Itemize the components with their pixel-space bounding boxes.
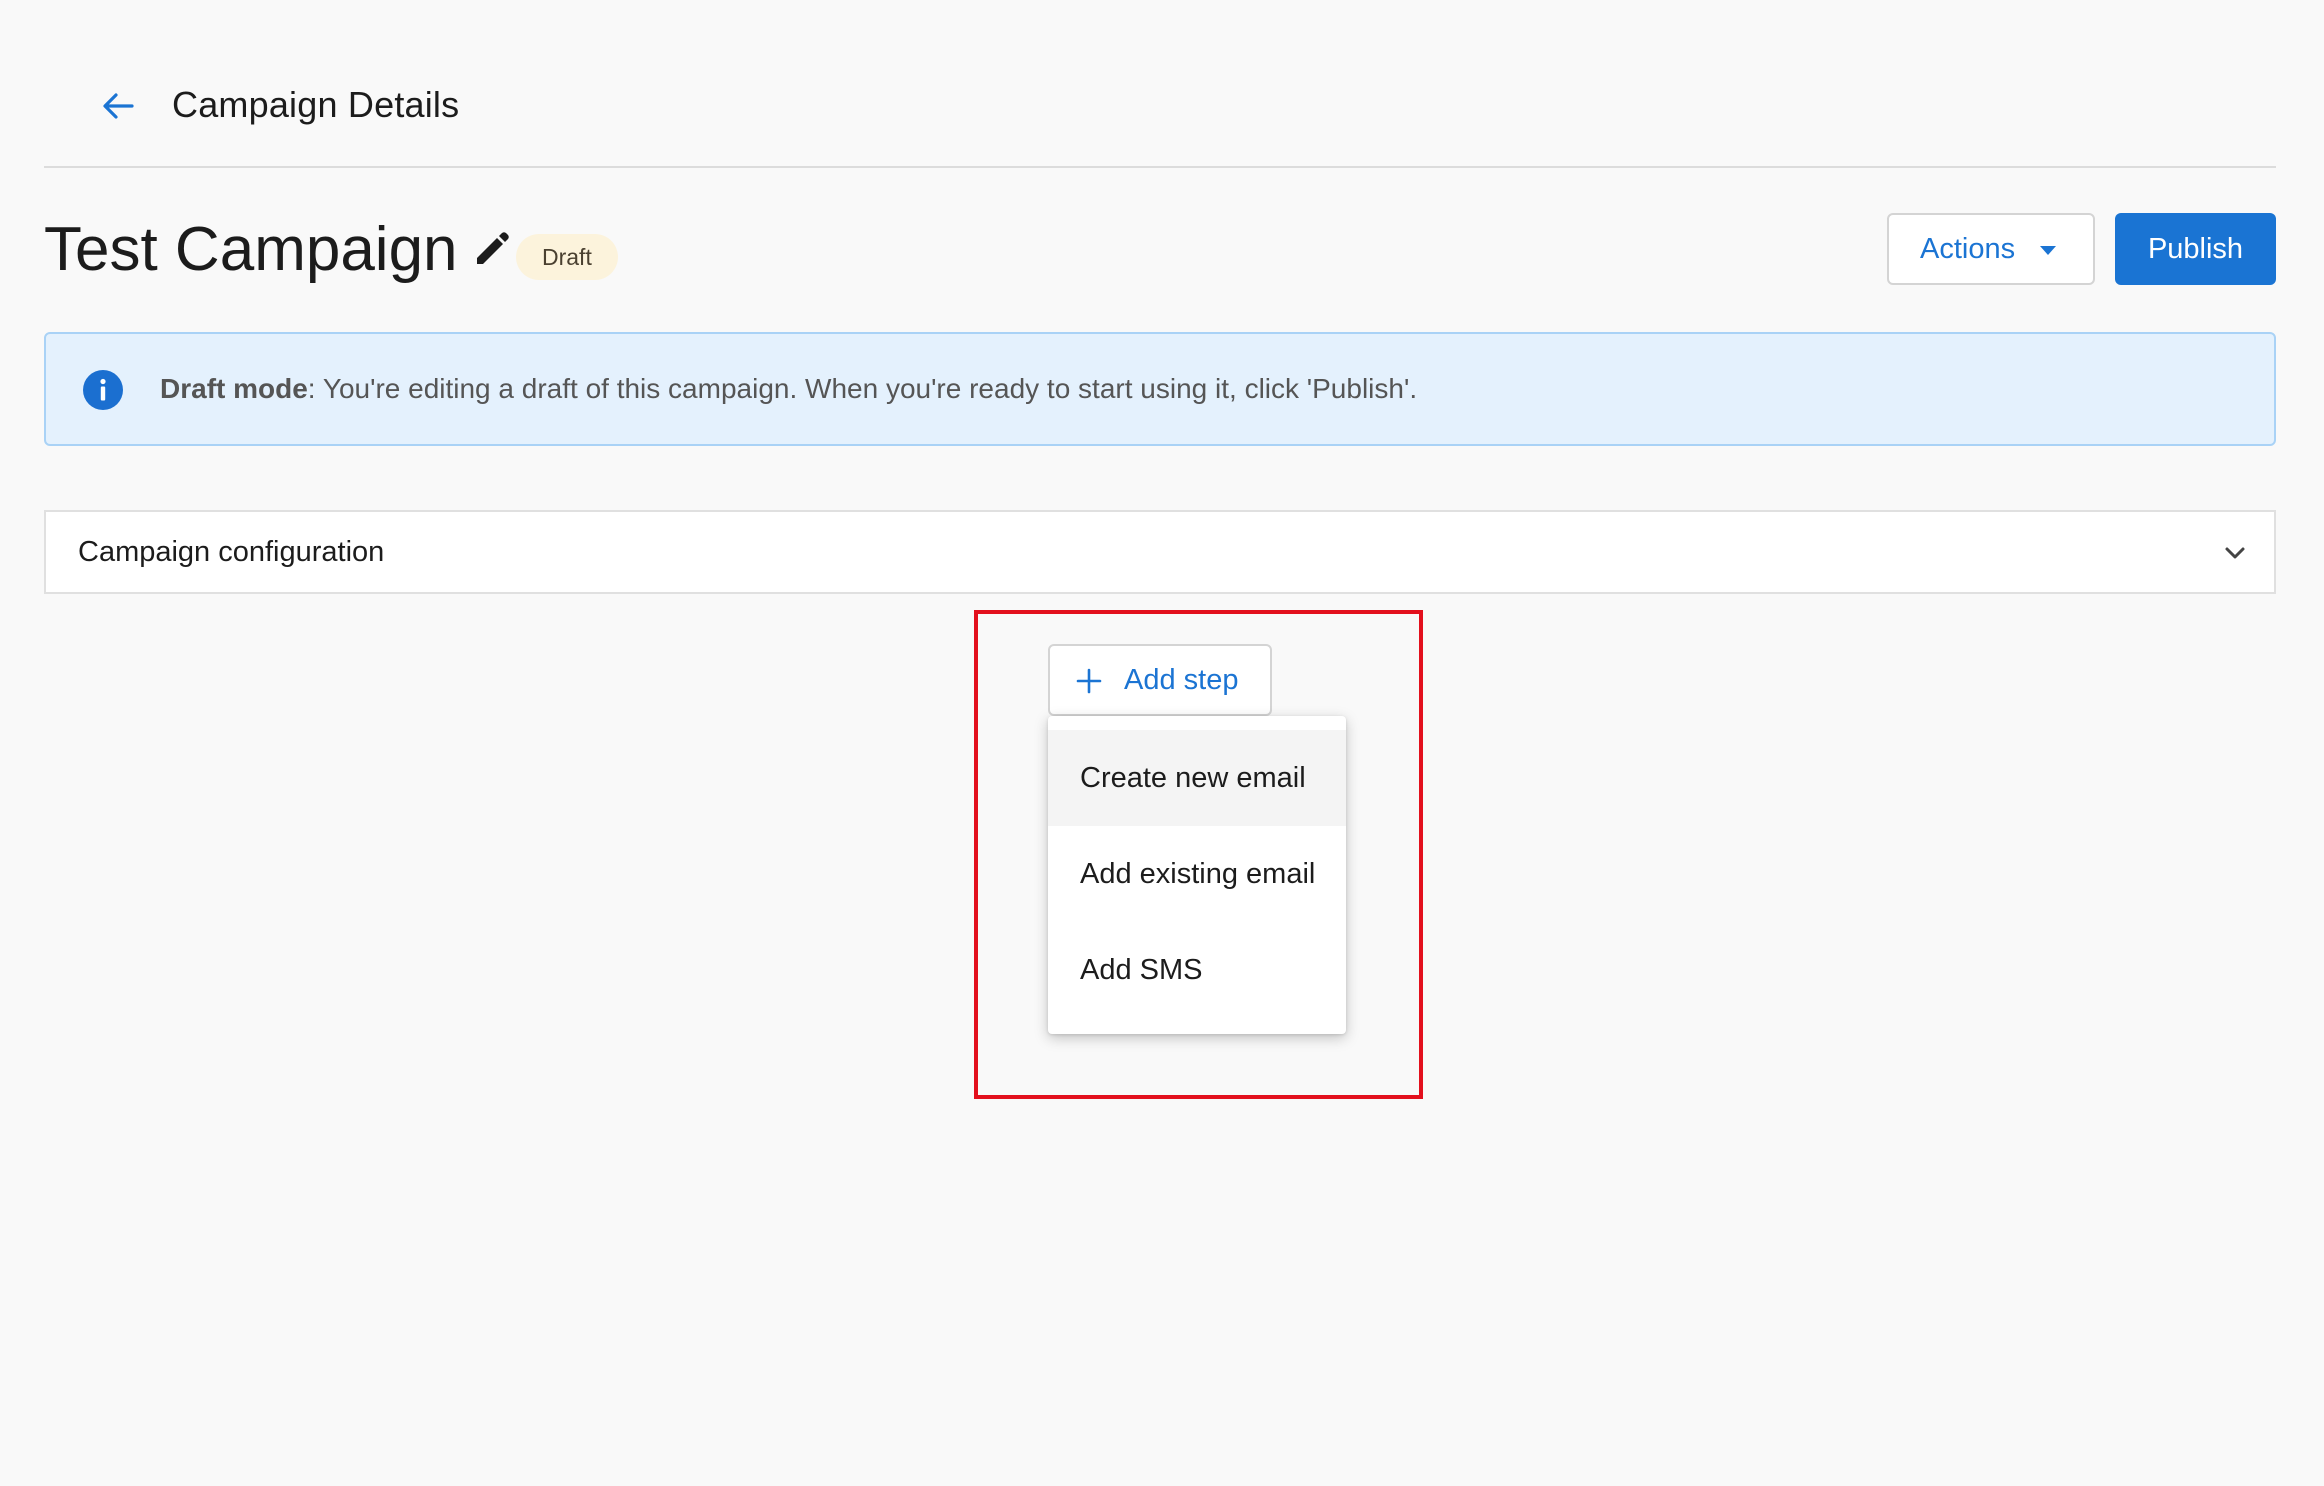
chevron-down-icon: [2225, 547, 2245, 559]
accordion-label: Campaign configuration: [78, 535, 385, 568]
info-icon: [83, 370, 123, 410]
caret-down-icon: [2040, 246, 2056, 255]
add-step-button[interactable]: Add step: [1048, 644, 1272, 716]
banner-message: : You're editing a draft of this campaig…: [307, 373, 1418, 404]
page-header: Campaign Details: [44, 0, 2276, 168]
actions-button-label: Actions: [1920, 232, 2016, 265]
banner-label: Draft mode: [160, 373, 308, 404]
back-arrow-icon[interactable]: [96, 84, 140, 128]
menu-item-add-existing-email[interactable]: Add existing email: [1048, 826, 1346, 922]
draft-mode-banner: Draft mode : You're editing a draft of t…: [44, 332, 2276, 446]
header-title: Campaign Details: [172, 84, 460, 125]
plus-icon: [1076, 668, 1102, 694]
add-step-label: Add step: [1124, 663, 1239, 696]
actions-dropdown-button[interactable]: Actions: [1887, 213, 2095, 285]
pencil-icon[interactable]: [472, 229, 512, 269]
menu-item-add-sms[interactable]: Add SMS: [1048, 922, 1346, 1018]
add-step-menu: Create new email Add existing email Add …: [1048, 716, 1346, 1034]
menu-item-create-new-email[interactable]: Create new email: [1048, 730, 1346, 826]
campaign-configuration-accordion[interactable]: Campaign configuration: [44, 510, 2276, 594]
campaign-title: Test Campaign: [44, 215, 458, 284]
status-badge: Draft: [516, 234, 618, 280]
publish-button[interactable]: Publish: [2115, 213, 2276, 285]
banner-text: Draft mode : You're editing a draft of t…: [160, 334, 1417, 444]
